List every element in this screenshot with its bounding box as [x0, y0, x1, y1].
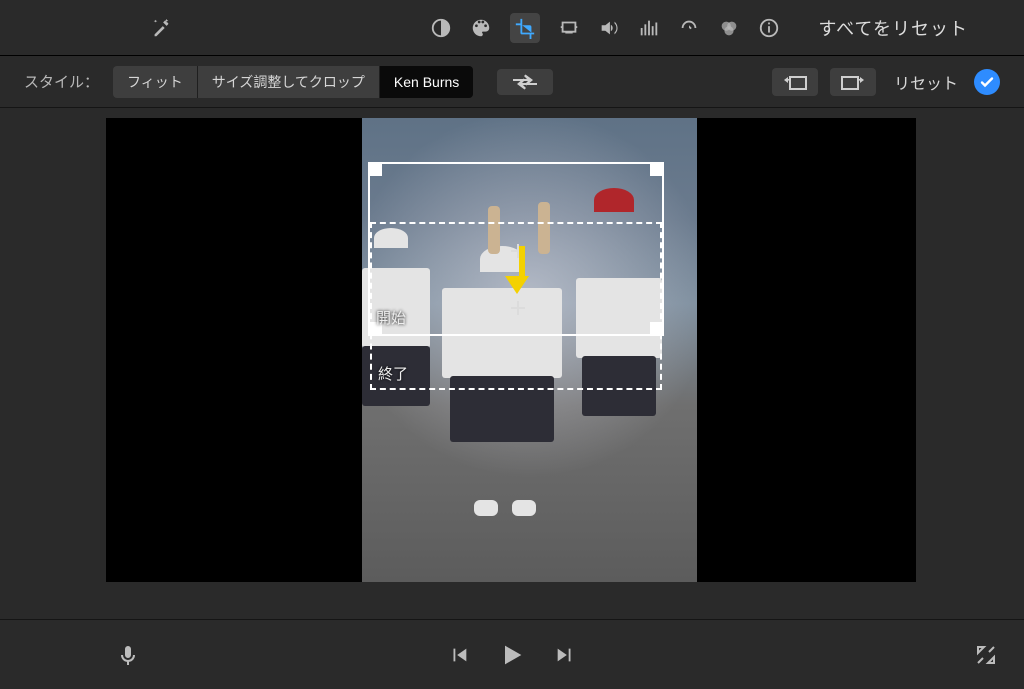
rotate-ccw-button[interactable]	[772, 68, 818, 96]
crop-controls: スタイル： フィット サイズ調整してクロップ Ken Burns リセット	[0, 56, 1024, 108]
rotate-cw-button[interactable]	[830, 68, 876, 96]
playback-bar	[0, 619, 1024, 689]
palette-icon[interactable]	[470, 17, 492, 39]
adjust-toolbar: すべてをリセット	[0, 0, 1024, 56]
speed-icon[interactable]	[678, 17, 700, 39]
swap-start-end-button[interactable]	[497, 69, 553, 95]
info-icon[interactable]	[758, 17, 780, 39]
volume-icon[interactable]	[598, 17, 620, 39]
viewer-area: 開始 終了	[0, 108, 1024, 619]
reset-label[interactable]: リセット	[894, 70, 958, 94]
magic-wand-icon[interactable]	[150, 17, 172, 39]
kenburns-direction-arrow	[514, 246, 529, 294]
crop-style-segmented: フィット サイズ調整してクロップ Ken Burns	[113, 66, 473, 98]
ken-burns-button[interactable]: Ken Burns	[380, 66, 473, 98]
apply-check-button[interactable]	[974, 69, 1000, 95]
stabilize-icon[interactable]	[558, 17, 580, 39]
equalizer-icon[interactable]	[638, 17, 660, 39]
color-filter-icon[interactable]	[718, 17, 740, 39]
color-balance-icon[interactable]	[430, 17, 452, 39]
voiceover-mic-icon[interactable]	[116, 643, 140, 667]
crop-to-fill-button[interactable]: サイズ調整してクロップ	[198, 66, 380, 98]
style-label: スタイル：	[24, 71, 99, 92]
fullscreen-icon[interactable]	[974, 643, 998, 667]
crop-icon[interactable]	[510, 13, 540, 43]
play-icon[interactable]	[498, 641, 526, 669]
reset-all-button[interactable]: すべてをリセット	[818, 15, 1008, 41]
kenburns-end-label: 終了	[378, 363, 408, 384]
fit-button[interactable]: フィット	[113, 66, 198, 98]
prev-frame-icon[interactable]	[448, 644, 470, 666]
video-viewer[interactable]: 開始 終了	[106, 118, 916, 582]
crosshair-icon	[511, 301, 525, 315]
next-frame-icon[interactable]	[554, 644, 576, 666]
play-controls	[448, 641, 576, 669]
